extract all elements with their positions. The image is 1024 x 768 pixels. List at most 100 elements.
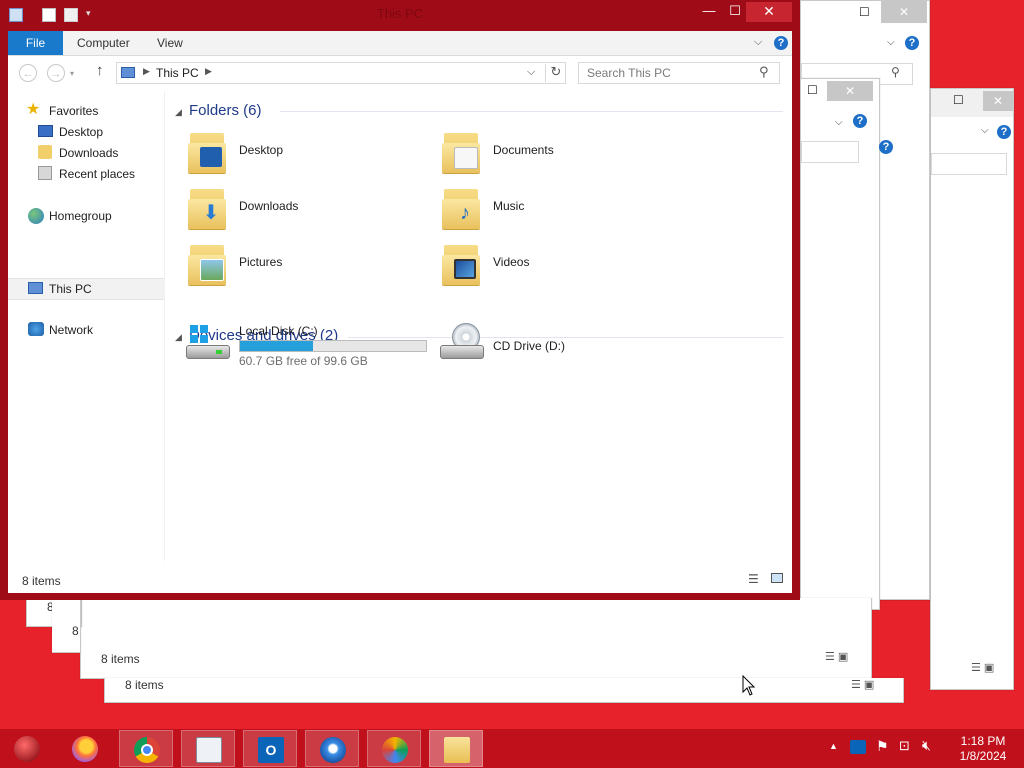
taskbar-file-explorer[interactable] xyxy=(429,730,483,767)
folder-desktop[interactable]: Desktop xyxy=(188,129,428,177)
maximize-icon[interactable]: ☐ xyxy=(807,83,818,97)
nav-this-pc[interactable]: This PC xyxy=(8,278,164,300)
taskbar-outlook[interactable]: O xyxy=(243,730,297,767)
drive-label: Local Disk (C:) xyxy=(239,324,318,338)
close-button[interactable]: ✕ xyxy=(746,2,792,22)
chevron-down-icon[interactable]: ⌵ xyxy=(887,37,895,48)
back-button[interactable]: ← xyxy=(19,64,37,82)
volume-muted-icon[interactable]: 🔇︎ xyxy=(922,737,931,754)
hard-drive-icon xyxy=(186,323,230,363)
breadcrumb-separator-icon[interactable]: ▶ xyxy=(205,66,212,77)
background-window-3[interactable]: ☐ ✕ ⌵ ? ☰ ▣ xyxy=(930,88,1014,690)
forward-button[interactable]: → xyxy=(47,64,65,82)
large-icons-view-icon[interactable] xyxy=(771,573,783,583)
explorer-client: File Computer View ⌵ ? ← → ▾ ↑ ▶ This PC… xyxy=(8,31,792,593)
taskbar-text-editor[interactable] xyxy=(181,730,235,767)
close-icon[interactable]: ✕ xyxy=(881,1,927,23)
help-icon[interactable]: ? xyxy=(853,114,867,128)
taskbar-thunderbird[interactable] xyxy=(305,730,359,767)
system-clock[interactable]: 1:18 PM 1/8/2024 xyxy=(948,734,1018,764)
nav-downloads[interactable]: Downloads xyxy=(36,143,164,163)
text-editor-icon xyxy=(196,737,222,763)
maximize-icon[interactable]: ☐ xyxy=(859,5,870,19)
outlook-tray-icon[interactable] xyxy=(850,740,866,754)
folder-music[interactable]: ♪ Music xyxy=(442,185,682,233)
chevron-down-icon[interactable]: ⌵ xyxy=(835,117,843,128)
folder-icon: ⬇ xyxy=(188,185,228,229)
refresh-icon[interactable]: ↻ xyxy=(545,64,566,82)
folder-label: Desktop xyxy=(239,143,284,157)
thunderbird-icon xyxy=(320,737,346,763)
close-icon[interactable]: ✕ xyxy=(827,81,873,101)
help-icon[interactable]: ? xyxy=(879,140,893,154)
star-icon: ★ xyxy=(26,101,41,118)
drive-cd-d[interactable]: CD Drive (D:) xyxy=(440,323,640,369)
background-window-6[interactable]: 8 items ☰ ▣ xyxy=(104,678,904,703)
pane-divider[interactable] xyxy=(164,91,165,561)
start-button[interactable] xyxy=(0,730,54,767)
help-icon[interactable]: ? xyxy=(997,125,1011,139)
search-input[interactable]: Search This PC xyxy=(587,66,671,80)
view-toggle-icon[interactable]: ☰ ▣ xyxy=(825,650,848,663)
maximize-icon[interactable]: ☐ xyxy=(953,93,964,107)
close-icon[interactable]: ✕ xyxy=(983,91,1013,111)
background-window-2[interactable]: ☐ ✕ ⌵ ? ? xyxy=(800,78,893,610)
tab-view[interactable]: View xyxy=(157,31,183,55)
recent-places-icon xyxy=(38,166,52,180)
address-bar[interactable]: ▶ This PC ▶ ⌵ ↻ xyxy=(116,62,566,84)
folder-downloads[interactable]: ⬇ Downloads xyxy=(188,185,428,233)
folder-label: Videos xyxy=(493,255,530,269)
search-box[interactable]: Search This PC ⚲ xyxy=(578,62,780,84)
nav-desktop[interactable]: Desktop xyxy=(36,122,164,142)
action-center-flag-icon[interactable]: ⚑ xyxy=(876,738,889,755)
taskbar-chrome[interactable] xyxy=(119,730,173,767)
background-window-8[interactable]: 8 xyxy=(52,598,81,653)
chevron-down-icon[interactable]: ⌵ xyxy=(981,125,989,136)
navigation-pane: ★ Favorites Desktop Downloads Recent pla… xyxy=(8,91,164,571)
taskbar-firefox[interactable] xyxy=(58,730,112,767)
nav-recent-places[interactable]: Recent places xyxy=(36,164,164,184)
view-toggle-icon[interactable]: ☰ ▣ xyxy=(851,678,874,691)
desktop-icon xyxy=(38,125,53,137)
view-details-icon[interactable]: ☰ ▣ xyxy=(971,661,994,674)
downloads-icon xyxy=(38,145,52,159)
folder-videos[interactable]: Videos xyxy=(442,241,682,289)
firefox-icon xyxy=(72,736,98,762)
breadcrumb-separator-icon[interactable]: ▶ xyxy=(143,66,150,77)
breadcrumb-this-pc[interactable]: This PC xyxy=(156,66,199,80)
network-tray-icon[interactable]: ⊡ xyxy=(899,738,910,754)
group-header-folders[interactable]: Folders (6) xyxy=(189,102,262,119)
clock-time: 1:18 PM xyxy=(960,734,1006,748)
help-icon[interactable]: ? xyxy=(774,36,788,50)
recent-locations-icon[interactable]: ▾ xyxy=(70,69,74,78)
search-input[interactable] xyxy=(931,153,1007,175)
nav-homegroup[interactable]: Homegroup xyxy=(26,206,164,226)
maximize-button[interactable]: ☐ xyxy=(722,2,748,22)
file-explorer-window[interactable]: ▾ This PC — ☐ ✕ File Computer View ⌵ ? ←… xyxy=(0,0,800,600)
clock-date: 1/8/2024 xyxy=(959,749,1007,763)
address-dropdown-icon[interactable]: ⌵ xyxy=(527,66,535,79)
nav-network[interactable]: Network xyxy=(26,320,164,340)
background-window-5[interactable]: 8 items ☰ ▣ xyxy=(80,598,872,679)
search-icon[interactable]: ⚲ xyxy=(759,64,769,80)
magnifier-icon: ⚲ xyxy=(891,65,900,79)
help-icon[interactable]: ? xyxy=(905,36,919,50)
folder-pictures[interactable]: Pictures xyxy=(188,241,428,289)
up-button[interactable]: ↑ xyxy=(96,62,104,79)
tab-file[interactable]: File xyxy=(8,31,63,55)
computer-icon xyxy=(121,67,135,78)
title-bar[interactable]: ▾ This PC — ☐ ✕ xyxy=(0,0,800,30)
search-input[interactable] xyxy=(801,141,859,163)
show-hidden-icons-icon[interactable]: ▲ xyxy=(829,741,838,751)
navigation-bar: ← → ▾ ↑ ▶ This PC ▶ ⌵ ↻ Search This PC ⚲ xyxy=(8,56,792,90)
collapse-icon[interactable]: ◢ xyxy=(175,107,182,118)
tab-computer[interactable]: Computer xyxy=(77,31,130,55)
expand-ribbon-icon[interactable]: ⌵ xyxy=(754,36,762,49)
nav-label: This PC xyxy=(49,282,92,296)
taskbar-paint[interactable] xyxy=(367,730,421,767)
folder-documents[interactable]: Documents xyxy=(442,129,682,177)
details-view-icon[interactable]: ☰ xyxy=(748,572,759,586)
collapse-icon[interactable]: ◢ xyxy=(175,332,182,343)
minimize-button[interactable]: — xyxy=(696,2,722,22)
nav-favorites[interactable]: ★ Favorites xyxy=(26,101,164,121)
